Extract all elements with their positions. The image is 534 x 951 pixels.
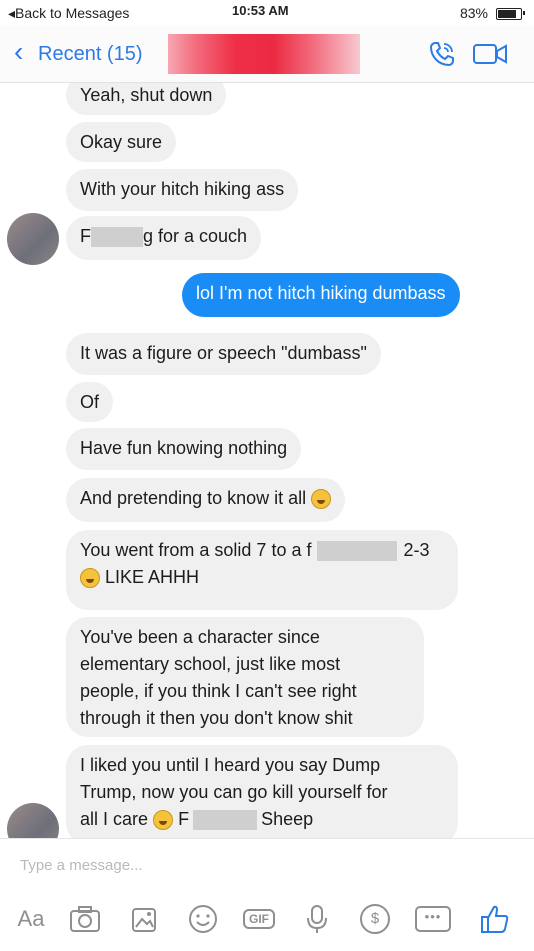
message-line: elementary school, just like most: [80, 654, 341, 674]
video-icon[interactable]: [472, 42, 508, 66]
message-text: Sheep: [261, 809, 314, 829]
message-bubble[interactable]: I liked you until I heard you say Dump T…: [66, 745, 458, 838]
avatar[interactable]: [7, 803, 59, 838]
message-text: With your hitch hiking ass: [80, 179, 285, 199]
message-text: F: [80, 226, 91, 246]
message-bubble[interactable]: You went from a solid 7 to a f 2-3 LIKE A…: [66, 530, 458, 610]
message-line: You've been a character since: [80, 627, 320, 647]
message-text: all I care: [80, 809, 149, 829]
message-bubble[interactable]: It was a figure or speech "dumbass": [66, 333, 381, 375]
composer-toolbar: Aa GIF $ •••: [0, 901, 534, 941]
tears-of-joy-emoji-icon: [153, 810, 174, 831]
message-text: F: [178, 809, 190, 829]
message-bubble[interactable]: Yeah, shut down: [66, 83, 227, 115]
emoji-icon[interactable]: [186, 901, 220, 937]
redaction-block: [193, 810, 258, 831]
back-to-messages-link[interactable]: ◂Back to Messages: [8, 5, 129, 22]
message-thread[interactable]: Yeah, shut down Okay sure With your hitc…: [0, 83, 534, 838]
message-text: It was a figure or speech "dumbass": [80, 343, 367, 363]
thumbs-up-icon[interactable]: [478, 901, 512, 937]
message-bubble[interactable]: With your hitch hiking ass: [66, 169, 299, 211]
message-composer: Type a message... Aa GIF $ •••: [0, 838, 534, 951]
payment-icon[interactable]: $: [358, 901, 392, 937]
message-text: And pretending to know it all: [80, 488, 307, 508]
message-text: LIKE AHHH: [105, 567, 200, 587]
message-line: people, if you think I can't see right: [80, 681, 357, 701]
message-line: You went from a solid 7 to a f 2-3: [80, 537, 444, 564]
message-text: 2-3: [403, 540, 430, 560]
conversation-header: ‹ Recent (15): [0, 26, 534, 83]
message-bubble[interactable]: Of: [66, 382, 114, 422]
avatar[interactable]: [7, 213, 59, 265]
recent-back-button[interactable]: Recent (15): [38, 43, 143, 66]
status-bar: ◂Back to Messages 10:53 AM 83%: [0, 0, 534, 26]
message-line: I liked you until I heard you say Dump: [80, 755, 381, 775]
message-bubble[interactable]: Okay sure: [66, 122, 177, 162]
chevron-left-icon[interactable]: ‹: [14, 38, 23, 66]
message-bubble[interactable]: And pretending to know it all: [66, 478, 346, 522]
status-time: 10:53 AM: [232, 3, 289, 18]
message-text: g for a couch: [143, 226, 248, 246]
gif-icon[interactable]: GIF: [240, 901, 278, 937]
gif-label: GIF: [243, 909, 275, 929]
phone-icon[interactable]: [428, 40, 456, 68]
message-bubble[interactable]: Have fun knowing nothing: [66, 428, 302, 470]
message-line: Trump, now you can go kill yourself for: [80, 782, 388, 802]
redacted-contact-name: [168, 34, 360, 74]
message-text: You went from a solid 7 to a f: [80, 540, 312, 560]
battery-icon: [496, 8, 522, 20]
tears-of-joy-emoji-icon: [80, 568, 100, 589]
redaction-block: [91, 227, 143, 248]
image-icon[interactable]: [128, 901, 162, 937]
redaction-block: [317, 541, 398, 562]
mic-icon[interactable]: [302, 901, 332, 937]
message-line: LIKE AHHH: [80, 564, 444, 591]
message-input[interactable]: Type a message...: [20, 857, 143, 874]
message-bubble[interactable]: You've been a character since elementary…: [66, 617, 424, 737]
battery-percent: 83%: [459, 5, 488, 21]
message-bubble[interactable]: Fg for a couch: [66, 216, 262, 260]
message-line: all I care F Sheep: [80, 806, 444, 833]
text-format-button[interactable]: Aa: [14, 901, 48, 937]
message-text: lol I'm not hitch hiking dumbass: [196, 283, 446, 303]
battery-tip: [523, 11, 525, 15]
message-text: Okay sure: [80, 132, 163, 152]
camera-icon[interactable]: [68, 901, 102, 937]
message-text: Of: [80, 392, 100, 412]
more-icon[interactable]: •••: [414, 901, 452, 937]
message-text: Yeah, shut down: [80, 85, 213, 105]
message-line: through it then you don't know shit: [80, 708, 353, 728]
message-bubble-outgoing[interactable]: lol I'm not hitch hiking dumbass: [182, 273, 460, 317]
tears-of-joy-emoji-icon: [311, 489, 332, 510]
message-text: Have fun knowing nothing: [80, 438, 288, 458]
